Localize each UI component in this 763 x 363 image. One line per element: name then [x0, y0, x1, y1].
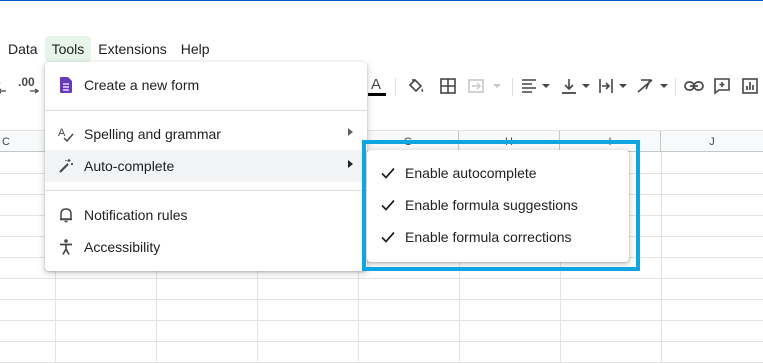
submenu-arrow-icon	[348, 160, 353, 168]
accessibility-icon	[58, 239, 74, 255]
menu-item-auto-complete[interactable]: Auto-complete	[45, 150, 367, 182]
forms-icon	[58, 77, 74, 93]
link-icon[interactable]	[683, 70, 705, 102]
menu-item-label: Auto-complete	[84, 158, 175, 174]
toolbar-divider	[512, 78, 513, 96]
spellcheck-icon: A	[58, 126, 74, 142]
decimal-increase-label: .00	[18, 75, 35, 89]
toolbar-divider	[395, 78, 396, 96]
toolbar-divider	[675, 78, 676, 96]
menu-item-create-form[interactable]: Create a new form	[45, 69, 367, 101]
menu-divider	[45, 190, 367, 191]
bell-icon	[58, 207, 74, 223]
magic-wand-icon	[58, 158, 74, 174]
menu-item-label: Create a new form	[84, 77, 200, 93]
text-color-letter: A	[371, 76, 381, 93]
top-accent-line	[0, 0, 763, 1]
text-color-icon[interactable]: A	[367, 70, 387, 102]
menu-extensions[interactable]: Extensions	[91, 36, 173, 62]
menu-item-spelling-grammar[interactable]: A Spelling and grammar	[45, 118, 367, 150]
menu-item-label: Notification rules	[84, 207, 188, 223]
column-header-j[interactable]: J	[661, 131, 763, 152]
svg-text:0: 0	[0, 76, 1, 90]
menu-item-label: Accessibility	[84, 239, 161, 255]
decimal-decrease-icon[interactable]: 0	[0, 70, 10, 102]
menu-item-label: Spelling and grammar	[84, 126, 221, 142]
menu-tools[interactable]: Tools	[44, 36, 92, 62]
highlight-box	[362, 140, 640, 271]
vertical-align-icon[interactable]	[560, 70, 592, 102]
submenu-arrow-icon	[348, 128, 353, 136]
menu-bar: Data Tools Extensions Help	[0, 36, 217, 62]
merge-cells-icon[interactable]	[467, 70, 507, 102]
horizontal-align-icon[interactable]	[520, 70, 552, 102]
menu-item-accessibility[interactable]: Accessibility	[45, 231, 367, 263]
text-wrap-icon[interactable]	[597, 70, 629, 102]
menu-divider	[45, 110, 367, 111]
fill-color-icon[interactable]	[405, 70, 427, 102]
comment-icon[interactable]	[711, 70, 733, 102]
tools-menu: Create a new form A Spelling and grammar…	[45, 62, 367, 271]
text-rotation-icon[interactable]	[636, 70, 670, 102]
menu-data[interactable]: Data	[0, 36, 45, 62]
decimal-increase-icon[interactable]: .00	[16, 70, 42, 102]
menu-help[interactable]: Help	[174, 36, 217, 62]
borders-icon[interactable]	[437, 70, 459, 102]
chart-icon[interactable]	[739, 70, 761, 102]
menu-item-notification-rules[interactable]: Notification rules	[45, 199, 367, 231]
svg-text:A: A	[58, 127, 66, 139]
